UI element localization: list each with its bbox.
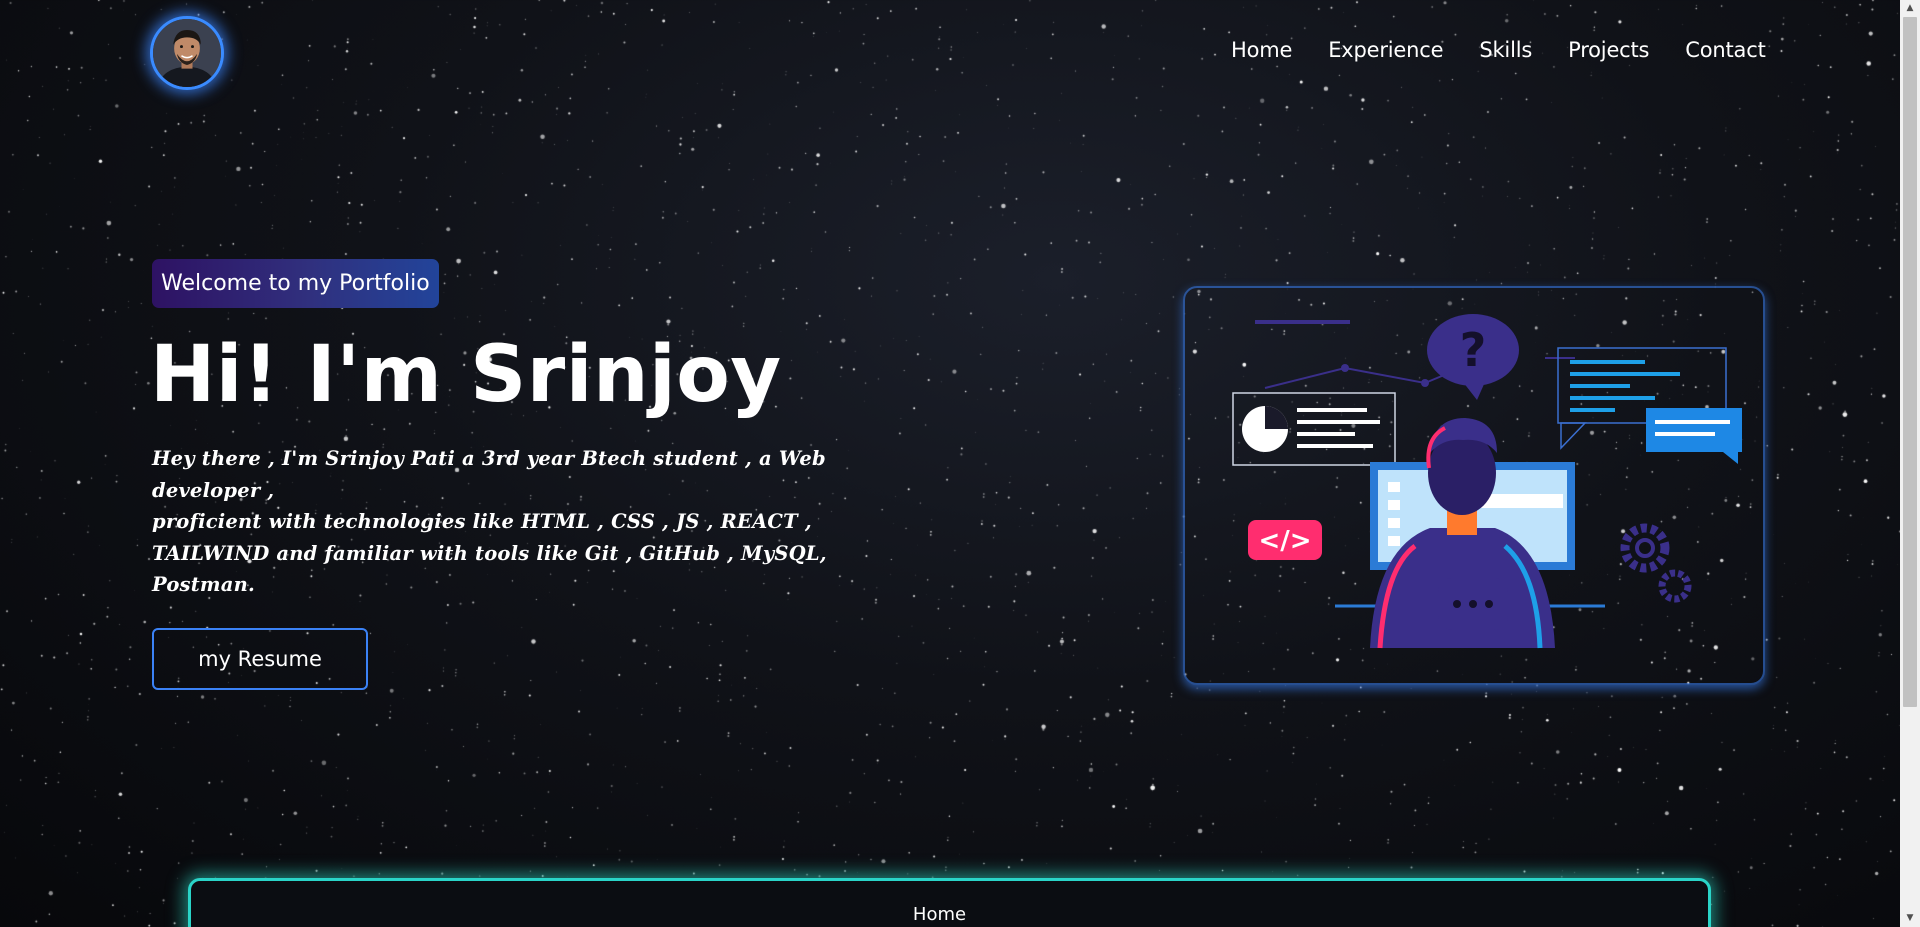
- hero-illustration: ? </>: [1183, 286, 1765, 685]
- profile-photo-icon: [153, 19, 221, 87]
- illustration-question-glyph: ?: [1460, 323, 1487, 377]
- bottom-card-label[interactable]: Home: [191, 904, 1708, 925]
- question-mark-icon: ?: [1427, 314, 1519, 400]
- nav-skills[interactable]: Skills: [1479, 38, 1532, 62]
- scroll-up-icon[interactable]: ▲: [1900, 0, 1920, 17]
- avatar[interactable]: [150, 16, 224, 90]
- scrollbar-thumb[interactable]: [1903, 17, 1917, 707]
- hero-description: Hey there , I'm Srinjoy Pati a 3rd year …: [152, 443, 857, 601]
- illustration-code-tag: </>: [1258, 526, 1311, 556]
- nav-home[interactable]: Home: [1231, 38, 1292, 62]
- hero-title: Hi! I'm Srinjoy: [150, 330, 782, 420]
- page-scrollbar[interactable]: ▲ ▼: [1900, 0, 1920, 927]
- pie-chart-icon: [1232, 392, 1396, 466]
- bottom-card: Home: [188, 878, 1711, 927]
- gear-icon: [1620, 523, 1692, 603]
- chat-bubble-icon: [1646, 408, 1742, 464]
- developer-illustration: ? </>: [1232, 314, 1742, 649]
- scroll-down-icon[interactable]: ▼: [1900, 910, 1920, 927]
- nav-projects[interactable]: Projects: [1568, 38, 1649, 62]
- resume-button[interactable]: my Resume: [152, 628, 368, 690]
- hero-description-line-2: proficient with technologies like HTML ,…: [152, 510, 827, 596]
- nav-contact[interactable]: Contact: [1685, 38, 1766, 62]
- main-nav: Home Experience Skills Projects Contact: [1231, 38, 1766, 62]
- hero-description-line-1: Hey there , I'm Srinjoy Pati a 3rd year …: [152, 447, 826, 502]
- code-tag-icon: </>: [1248, 520, 1322, 560]
- welcome-badge: Welcome to my Portfolio: [152, 259, 439, 308]
- nav-experience[interactable]: Experience: [1328, 38, 1443, 62]
